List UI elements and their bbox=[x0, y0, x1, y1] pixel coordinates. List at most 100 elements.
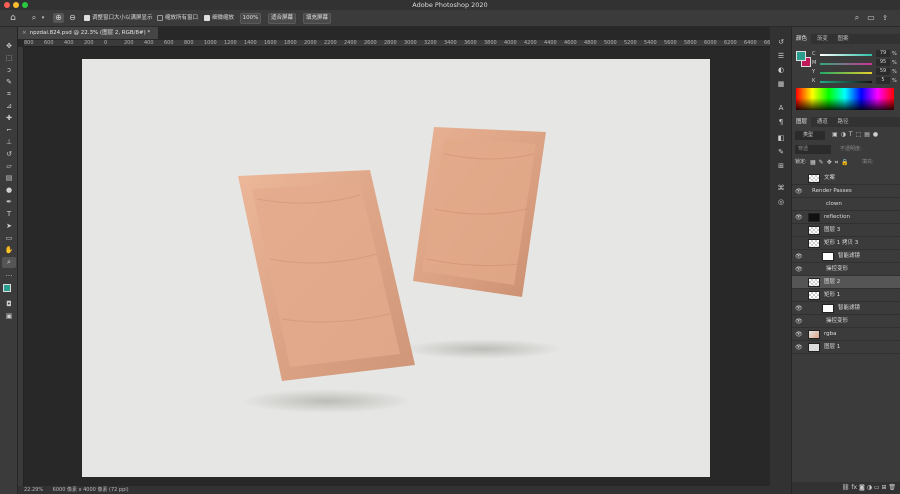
slider-k-value[interactable]: 5 bbox=[876, 77, 890, 84]
layer-comps-icon[interactable]: ◧ bbox=[775, 133, 787, 143]
slider-c[interactable]: C 79 % bbox=[812, 50, 897, 58]
add-mask-icon[interactable]: ◙ bbox=[859, 484, 867, 491]
paragraph-panel-icon[interactable]: ¶ bbox=[775, 117, 787, 127]
layer-row[interactable]: 文案 bbox=[792, 172, 900, 185]
slider-y[interactable]: Y 59 % bbox=[812, 68, 897, 76]
channels-panel-icon[interactable]: ◎ bbox=[775, 197, 787, 207]
history-panel-icon[interactable]: ↺ bbox=[775, 37, 787, 47]
scrubby-zoom-checkbox[interactable] bbox=[204, 15, 210, 21]
crop-tool-icon[interactable]: ⌗ bbox=[2, 89, 16, 100]
brush-tool-icon[interactable]: ⌐ bbox=[2, 125, 16, 136]
history-brush-icon[interactable]: ↺ bbox=[2, 149, 16, 160]
visibility-eye-icon[interactable]: 👁 bbox=[795, 328, 803, 341]
fx-icon[interactable]: fx bbox=[851, 484, 859, 491]
search-icon[interactable]: ⌕ bbox=[852, 13, 862, 23]
visibility-eye-icon[interactable]: 👁 bbox=[795, 341, 803, 354]
slider-k[interactable]: K 5 % bbox=[812, 77, 897, 85]
layer-row[interactable]: 👁 操控变形 bbox=[792, 315, 900, 328]
document-tab[interactable]: × npzdai.824.psd @ 22.3% (图层 2, RGB/8#) * bbox=[18, 27, 158, 39]
trash-icon[interactable]: 🗑 bbox=[888, 484, 896, 491]
tab-pattern[interactable]: 图案 bbox=[834, 34, 853, 44]
slider-c-value[interactable]: 79 bbox=[876, 50, 890, 57]
marquee-tool-icon[interactable]: ⬚ bbox=[2, 53, 16, 64]
link-layers-icon[interactable]: ⛓ bbox=[842, 484, 850, 491]
rectangle-tool-icon[interactable]: ▭ bbox=[2, 233, 16, 244]
layer-row[interactable]: 👁 Render Passes bbox=[792, 185, 900, 198]
layer-row[interactable]: 矩形 1 拷贝 3 bbox=[792, 237, 900, 250]
horizontal-ruler[interactable]: 800 600 400 200 0 200 400 600 800 1000 1200 1400 160… bbox=[24, 40, 777, 47]
share-icon[interactable]: ⇪ bbox=[880, 13, 890, 23]
slider-m-track[interactable] bbox=[820, 63, 872, 65]
visibility-eye-icon[interactable]: 👁 bbox=[795, 185, 803, 198]
slider-k-track[interactable] bbox=[820, 81, 872, 83]
clone-source-icon[interactable]: ⊞ bbox=[775, 161, 787, 171]
properties-panel-icon[interactable]: ☰ bbox=[775, 51, 787, 61]
stamp-tool-icon[interactable]: ⊥ bbox=[2, 137, 16, 148]
slider-y-value[interactable]: 59 bbox=[876, 68, 890, 75]
zoom-all-windows-checkbox[interactable] bbox=[157, 15, 163, 21]
healing-brush-icon[interactable]: ✚ bbox=[2, 113, 16, 124]
quick-select-tool-icon[interactable]: ✎ bbox=[2, 77, 16, 88]
tab-layers[interactable]: 图层 bbox=[792, 117, 812, 127]
zoom-out-icon[interactable]: ⊖ bbox=[67, 13, 78, 23]
adjustments-panel-icon[interactable]: ◐ bbox=[775, 65, 787, 75]
layer-row[interactable]: 👁 reflection bbox=[792, 211, 900, 224]
eraser-tool-icon[interactable]: ▱ bbox=[2, 161, 16, 172]
eyedropper-tool-icon[interactable]: ⊿ bbox=[2, 101, 16, 112]
maximize-window-button[interactable] bbox=[22, 2, 28, 8]
path-select-tool-icon[interactable]: ➤ bbox=[2, 221, 16, 232]
layer-row[interactable]: 矩形 1 bbox=[792, 289, 900, 302]
color-spectrum[interactable] bbox=[796, 88, 894, 110]
color-panel-foreground[interactable] bbox=[796, 51, 806, 61]
fit-screen-button[interactable]: 适合屏幕 bbox=[268, 13, 296, 24]
character-panel-icon[interactable]: A bbox=[775, 103, 787, 113]
paths-panel-icon[interactable]: ⌘ bbox=[775, 183, 787, 193]
slider-c-track[interactable] bbox=[820, 54, 872, 56]
blend-mode-select[interactable]: 穿透 bbox=[795, 145, 831, 154]
brush-settings-icon[interactable]: ✎ bbox=[775, 147, 787, 157]
tab-gradient[interactable]: 渐变 bbox=[813, 34, 832, 44]
lock-icons[interactable]: ▦✎✥⌗🔒 bbox=[810, 158, 852, 167]
layer-row[interactable]: 图层 2 bbox=[792, 276, 900, 289]
more-tools-icon[interactable]: … bbox=[2, 269, 16, 280]
document-canvas[interactable] bbox=[82, 59, 710, 477]
vertical-ruler[interactable] bbox=[18, 47, 24, 486]
layer-filter-icons[interactable]: ▣◑T⬚▤● bbox=[832, 131, 881, 138]
dodge-tool-icon[interactable]: ● bbox=[2, 185, 16, 196]
tab-color[interactable]: 颜色 bbox=[792, 34, 812, 44]
screen-mode-icon[interactable]: ▣ bbox=[2, 311, 16, 322]
visibility-eye-icon[interactable]: 👁 bbox=[795, 250, 803, 263]
close-tab-icon[interactable]: × bbox=[22, 30, 27, 36]
layer-row[interactable]: 👁 智能滤镜 bbox=[792, 302, 900, 315]
adjustment-layer-icon[interactable]: ◑ bbox=[867, 484, 874, 491]
layer-row[interactable]: 👁 智能滤镜 bbox=[792, 250, 900, 263]
foreground-color-swatch[interactable] bbox=[3, 284, 11, 292]
lasso-tool-icon[interactable]: ↄ bbox=[2, 65, 16, 76]
hand-tool-icon[interactable]: ✋ bbox=[2, 245, 16, 256]
fill-screen-button[interactable]: 填充屏幕 bbox=[303, 13, 331, 24]
type-tool-icon[interactable]: T bbox=[2, 209, 16, 220]
layer-row[interactable]: 👁 操控变形 bbox=[792, 263, 900, 276]
quick-mask-icon[interactable]: ◘ bbox=[2, 299, 16, 310]
zoom-in-icon[interactable]: ⊕ bbox=[53, 13, 64, 23]
layer-row[interactable]: 👁 图层 1 bbox=[792, 341, 900, 354]
slider-m[interactable]: M 95 % bbox=[812, 59, 897, 67]
visibility-eye-icon[interactable]: 👁 bbox=[795, 263, 803, 276]
close-window-button[interactable] bbox=[4, 2, 10, 8]
tab-channels[interactable]: 通道 bbox=[813, 117, 832, 127]
layer-row[interactable]: clown bbox=[792, 198, 900, 211]
gradient-tool-icon[interactable]: ▤ bbox=[2, 173, 16, 184]
layer-row[interactable]: 图层 3 bbox=[792, 224, 900, 237]
minimize-window-button[interactable] bbox=[13, 2, 19, 8]
workspace-icon[interactable]: ▭ bbox=[866, 13, 876, 23]
slider-m-value[interactable]: 95 bbox=[876, 59, 890, 66]
move-tool-icon[interactable]: ✥ bbox=[2, 41, 16, 52]
zoom-tool-icon[interactable]: ⌕ bbox=[2, 257, 16, 268]
layer-filter-select[interactable]: 类型 bbox=[795, 131, 825, 140]
visibility-eye-icon[interactable]: 👁 bbox=[795, 315, 803, 328]
chevron-down-icon[interactable]: ▾ bbox=[40, 13, 46, 23]
resize-windows-checkbox[interactable] bbox=[84, 15, 90, 21]
tab-paths[interactable]: 路径 bbox=[834, 117, 853, 127]
swatches-panel-icon[interactable]: ▦ bbox=[775, 79, 787, 89]
home-icon[interactable]: ⌂ bbox=[7, 13, 19, 23]
